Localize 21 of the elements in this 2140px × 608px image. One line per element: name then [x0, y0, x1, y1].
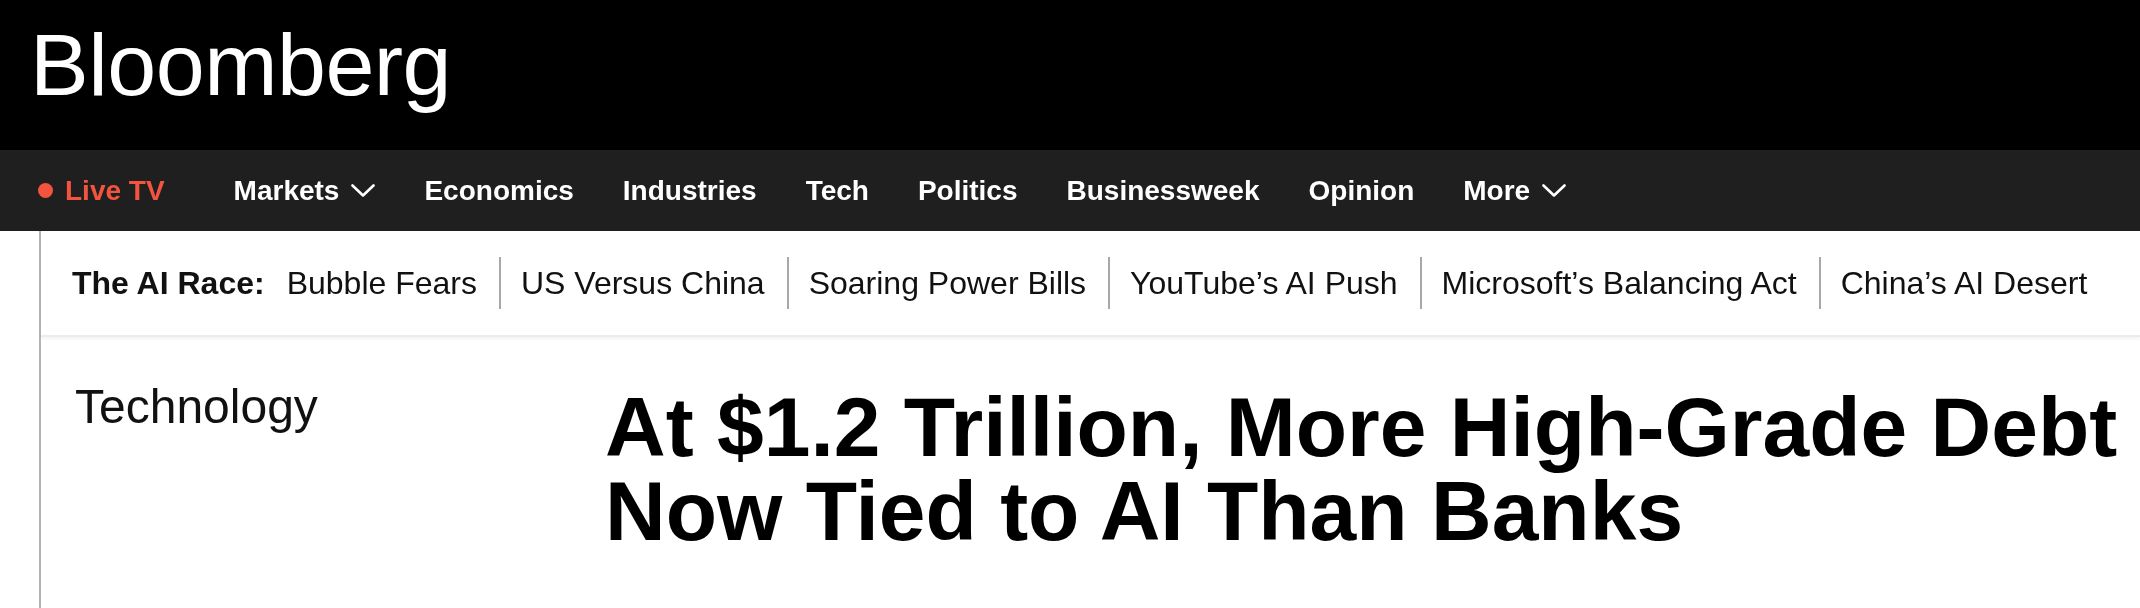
- topic-link[interactable]: Bubble Fears: [286, 264, 477, 302]
- headline: At $1.2 Trillion, More High-Grade Debt Now Tied to AI Than Banks: [605, 385, 2119, 553]
- nav-menu-button[interactable]: Markets: [233, 173, 376, 208]
- nav-link[interactable]: Opinion: [1308, 173, 1415, 208]
- topic-link[interactable]: China’s AI Desert: [1840, 264, 2088, 302]
- nav-link[interactable]: Tech: [805, 173, 869, 208]
- nav-link[interactable]: Businessweek: [1066, 173, 1260, 208]
- topic-label: The AI Race:: [72, 264, 265, 302]
- section-link[interactable]: Technology: [75, 379, 318, 435]
- nav-menu-button[interactable]: More: [1463, 173, 1567, 208]
- live-tv-link[interactable]: Live TV: [38, 173, 165, 208]
- topic-link[interactable]: US Versus China: [520, 264, 765, 302]
- live-dot-icon: [38, 183, 53, 198]
- nav-link[interactable]: Politics: [917, 173, 1018, 208]
- nav-link[interactable]: Economics: [424, 173, 574, 208]
- chevron-down-icon: [351, 184, 376, 197]
- topic-link[interactable]: Soaring Power Bills: [808, 264, 1087, 302]
- nav-link[interactable]: Industries: [622, 173, 757, 208]
- topic-link[interactable]: YouTube’s AI Push: [1130, 264, 1398, 302]
- topic-link[interactable]: Microsoft’s Balancing Act: [1441, 264, 1797, 302]
- chevron-down-icon: [1542, 184, 1567, 197]
